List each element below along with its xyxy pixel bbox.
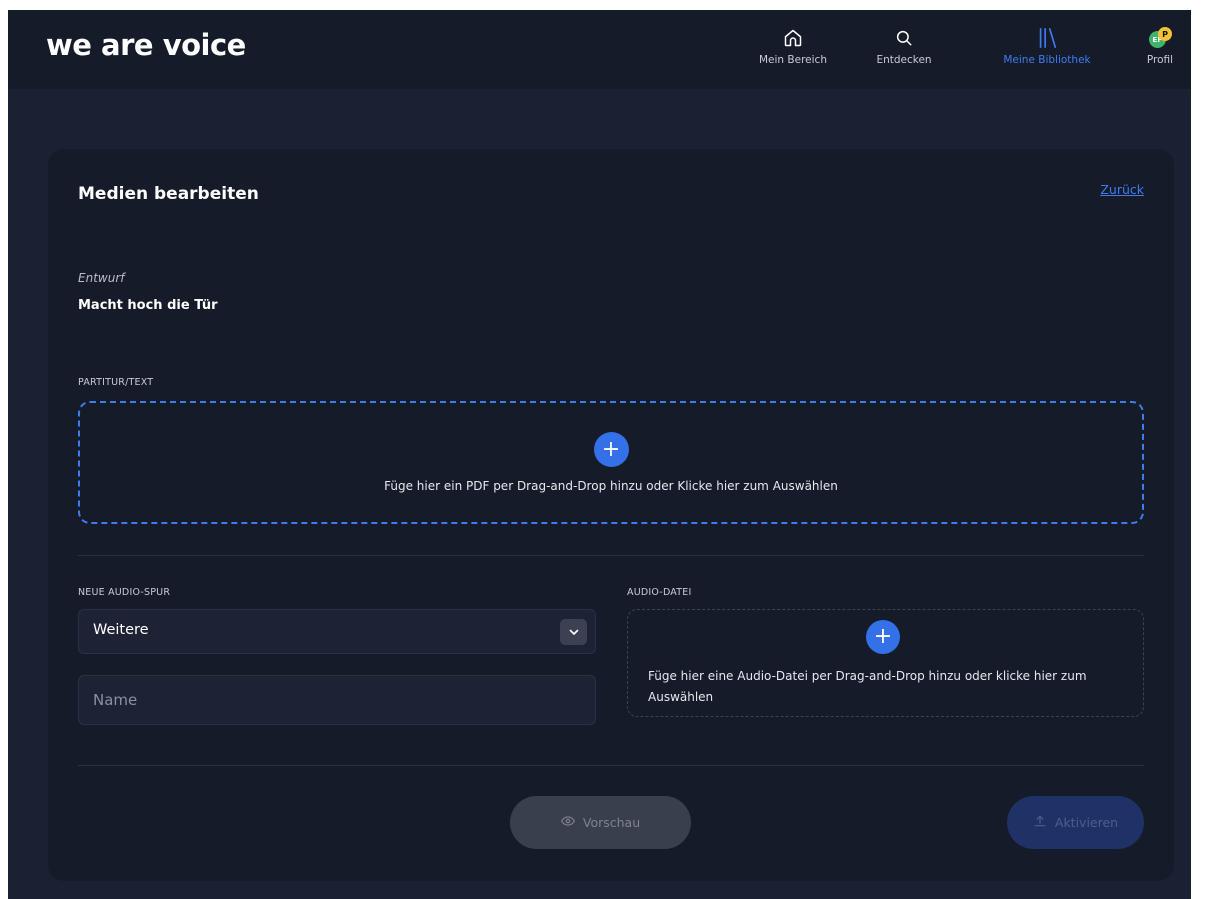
- avatar-badge: P: [1158, 27, 1172, 41]
- score-section-label: PARTITUR/TEXT: [78, 377, 154, 388]
- nav-label: Mein Bereich: [759, 54, 827, 66]
- nav-label: Entdecken: [876, 54, 932, 66]
- plus-icon[interactable]: +: [866, 620, 900, 654]
- app-window: we are voice Mein Bereich Entdecken Mein…: [8, 10, 1191, 899]
- nav-item-meine-bibliothek[interactable]: Meine Bibliothek: [993, 27, 1101, 73]
- preview-button[interactable]: Vorschau: [510, 796, 691, 849]
- nav-label: Meine Bibliothek: [1003, 54, 1091, 66]
- audio-track-label: NEUE AUDIO-SPUR: [78, 587, 171, 598]
- preview-button-label: Vorschau: [582, 815, 641, 830]
- audio-dropzone[interactable]: + Füge hier eine Audio-Datei per Drag-an…: [627, 609, 1144, 717]
- back-link[interactable]: Zurück: [1100, 182, 1144, 197]
- top-navigation-bar: we are voice Mein Bereich Entdecken Mein…: [8, 10, 1191, 89]
- chevron-down-icon[interactable]: [560, 619, 587, 645]
- page-title: Medien bearbeiten: [78, 184, 259, 204]
- pdf-dropzone-text: Füge hier ein PDF per Drag-and-Drop hinz…: [384, 479, 838, 493]
- audio-track-select[interactable]: Weitere: [78, 609, 596, 654]
- song-title: Macht hoch die Tür: [78, 298, 218, 313]
- edit-media-card: Medien bearbeiten Zurück Entwurf Macht h…: [48, 149, 1174, 881]
- activate-button-label: Aktivieren: [1054, 815, 1119, 830]
- audio-track-selected-value: Weitere: [93, 622, 149, 638]
- home-icon: [783, 27, 803, 49]
- track-name-input[interactable]: [78, 675, 596, 725]
- library-icon: [1036, 27, 1058, 49]
- nav-label: Profil: [1146, 54, 1174, 66]
- audio-file-label: AUDIO-DATEI: [627, 587, 692, 598]
- nav-item-entdecken[interactable]: Entdecken: [868, 27, 940, 73]
- search-icon: [895, 27, 913, 49]
- brand-logo[interactable]: we are voice: [46, 28, 246, 62]
- upload-icon: [1033, 814, 1047, 831]
- divider: [78, 555, 1144, 556]
- nav-item-profil[interactable]: EP P Profil: [1142, 27, 1178, 73]
- avatar: EP P: [1149, 27, 1172, 49]
- nav-item-mein-bereich[interactable]: Mein Bereich: [748, 27, 838, 73]
- eye-icon: [560, 814, 575, 831]
- divider: [78, 765, 1144, 766]
- audio-dropzone-text: Füge hier eine Audio-Datei per Drag-and-…: [648, 669, 1087, 704]
- activate-button[interactable]: Aktivieren: [1007, 796, 1144, 849]
- profile-avatar: EP P: [1149, 27, 1172, 49]
- plus-icon[interactable]: +: [593, 432, 629, 467]
- pdf-dropzone[interactable]: + Füge hier ein PDF per Drag-and-Drop hi…: [78, 401, 1144, 524]
- status-label: Entwurf: [78, 271, 125, 285]
